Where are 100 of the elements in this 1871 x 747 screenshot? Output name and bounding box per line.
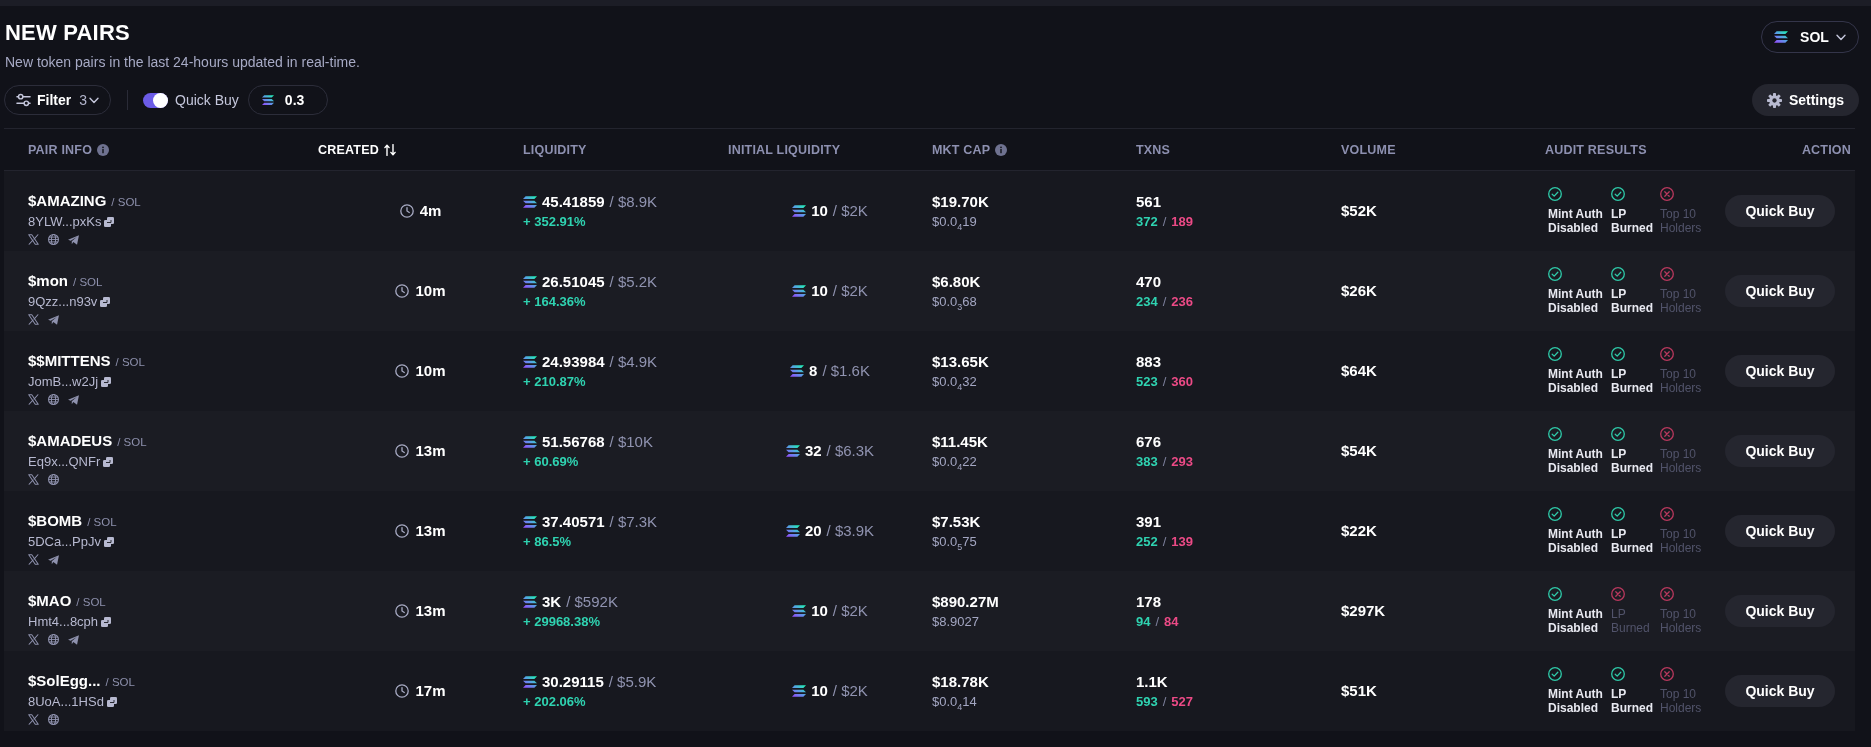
audit-label: LP Burned [1611,527,1654,555]
age-text: 10m [415,282,446,300]
age-text: 13m [415,602,446,620]
token-name[interactable]: $mon [28,272,68,289]
buy-count: 252 [1136,533,1158,550]
audit-label: LP Burned [1611,447,1654,475]
info-icon[interactable] [97,143,110,156]
page-title: NEW PAIRS [5,20,131,46]
copy-icon[interactable] [103,457,114,467]
globe-icon[interactable] [48,234,59,245]
quick-buy-toggle[interactable] [143,92,169,108]
column-header: MKT CAP [932,142,991,157]
quick-buy-button[interactable]: Quick Buy [1725,195,1835,227]
x-letter-icon[interactable] [28,234,39,245]
audit-label: LP Burned [1611,287,1654,315]
token-address: JomB...w2Jj [28,374,99,390]
x-letter-icon[interactable] [28,474,39,485]
audit-label: Mint Auth Disabled [1548,447,1604,475]
token-address: Hmt4...8cph [28,614,99,630]
paper-plane-icon[interactable] [48,554,59,565]
token-price: $0.0$_{4}$22 [932,453,978,470]
chevron-icon[interactable] [89,96,100,104]
token-name[interactable]: $$MITTENS [28,352,111,369]
txn-count: 561 [1136,192,1163,211]
sort-icon[interactable] [383,143,396,156]
striped-logo-icon [792,605,807,617]
quick-buy-button[interactable]: Quick Buy [1725,355,1835,387]
liquidity-amount: 51.56768 [542,432,605,451]
paper-plane-icon[interactable] [68,234,79,245]
quick-buy-button[interactable]: Quick Buy [1725,435,1835,467]
volume-text: $297K [1341,602,1387,620]
copy-icon[interactable] [101,617,112,627]
volume-text: $54K [1341,442,1378,460]
txn-count: 676 [1136,432,1163,451]
striped-logo-icon [792,685,807,697]
liquidity-usd: / $4.9K [609,352,658,371]
quick-buy-button[interactable]: Quick Buy [1725,275,1835,307]
settings-button[interactable]: Settings [1752,84,1859,116]
token-price: $0.0$_{4}$32 [932,373,978,390]
paper-plane-icon[interactable] [48,314,59,325]
audit-label: LP Burned [1611,687,1654,715]
token-address: 8UoA...1HSd [28,694,104,710]
x-letter-icon[interactable] [28,634,39,645]
x-letter-icon[interactable] [28,554,39,565]
initial-liquidity-amount: 8 [809,362,818,380]
globe-icon[interactable] [48,394,59,405]
x-letter-icon[interactable] [28,314,39,325]
copy-icon[interactable] [100,297,111,307]
token-name[interactable]: $SolEgg... [28,672,101,689]
initial-liquidity-usd: / $3.9K [826,522,875,540]
copy-icon[interactable] [104,217,115,227]
striped-logo-icon [523,195,537,208]
copy-icon[interactable] [104,537,114,547]
clock-icon [395,284,410,298]
quote-label: / SOL [73,276,103,288]
initial-liquidity-usd: / $1.6K [822,362,870,380]
age-text: 4m [419,202,442,220]
token-name[interactable]: $AMAZING [28,192,107,209]
volume-text: $26K [1341,282,1378,300]
liquidity-usd: / $8.9K [609,192,658,211]
x-letter-icon[interactable] [28,714,39,725]
txn-count: 883 [1136,352,1163,371]
liquidity-change: + 86.5% [523,533,573,550]
initial-liquidity-usd: / $2K [832,202,868,220]
txn-count: 391 [1136,512,1163,531]
token-address: 9Qzz...n93v [28,294,98,310]
quick-buy-label: Quick Buy [175,92,239,108]
market-cap: $18.78K [932,672,990,691]
globe-icon[interactable] [48,474,59,485]
age-text: 10m [415,362,446,380]
paper-plane-icon[interactable] [68,634,79,645]
token-address: 8YLW...pxKs [28,214,102,230]
sell-count: 139 [1171,533,1194,550]
column-header[interactable]: CREATED [318,142,379,157]
liquidity-amount: 3K [542,592,562,611]
info-icon[interactable] [995,143,1008,156]
striped-logo-icon [1774,31,1789,43]
quick-buy-button[interactable]: Quick Buy [1725,675,1835,707]
quick-buy-button[interactable]: Quick Buy [1725,595,1835,627]
buy-count: 593 [1136,693,1158,710]
x-letter-icon[interactable] [28,394,39,405]
token-name[interactable]: $AMADEUS [28,432,113,449]
copy-icon[interactable] [101,377,112,387]
globe-icon[interactable] [48,634,59,645]
globe-icon[interactable] [48,714,59,725]
settings-icon [1766,92,1782,108]
clock-icon [395,524,410,538]
striped-logo-icon [785,525,800,537]
market-cap: $890.27M [932,592,1000,611]
token-name[interactable]: $BOMB [28,512,83,529]
sell-count: 236 [1171,293,1194,310]
market-cap: $11.45K [932,432,989,451]
chevron-icon[interactable] [1835,33,1846,41]
copy-icon[interactable] [106,697,117,707]
sliders-icon [16,93,31,107]
market-cap: $6.80K [932,272,982,291]
paper-plane-icon[interactable] [68,394,79,405]
token-name[interactable]: $MAO [28,592,72,609]
quick-buy-button[interactable]: Quick Buy [1725,515,1835,547]
token-price: $0.0$_{3}$68 [932,293,978,310]
